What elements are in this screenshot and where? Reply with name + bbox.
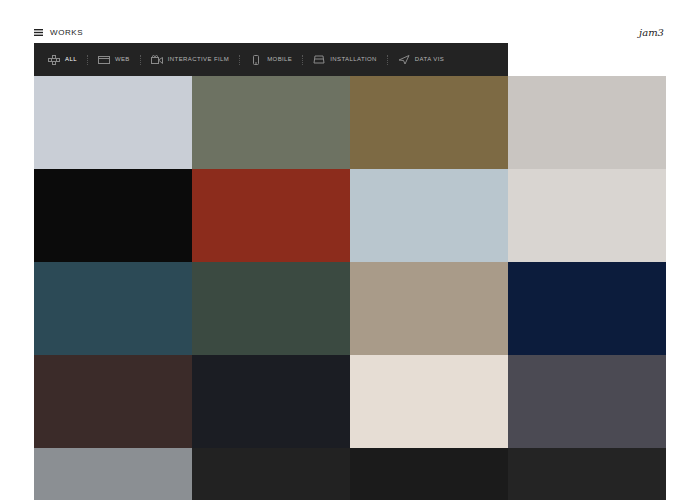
- work-tile[interactable]: [350, 262, 508, 355]
- works-page: WORKS jam3 ALL WEB INTERACTIVE FILM MOBILE INS…: [34, 0, 666, 500]
- works-grid: [34, 76, 666, 500]
- work-tile[interactable]: [34, 448, 192, 500]
- work-tile[interactable]: [34, 355, 192, 448]
- work-tile[interactable]: [192, 262, 350, 355]
- filter-item[interactable]: INTERACTIVE FILM: [140, 55, 239, 65]
- work-tile[interactable]: [192, 76, 350, 169]
- menu-label: WORKS: [50, 28, 83, 38]
- work-tile[interactable]: [350, 169, 508, 262]
- filter-item[interactable]: INSTALLATION: [302, 55, 387, 65]
- filter-label: MOBILE: [267, 56, 292, 64]
- work-tile[interactable]: [34, 169, 192, 262]
- filter-label: ALL: [65, 56, 77, 64]
- work-tile[interactable]: [192, 448, 350, 500]
- logo[interactable]: jam3: [639, 27, 666, 39]
- work-tile[interactable]: [508, 169, 666, 262]
- all-icon: [48, 55, 60, 65]
- menu-button[interactable]: WORKS: [34, 28, 83, 38]
- filter-label: DATA VIS: [415, 56, 444, 64]
- hamburger-icon[interactable]: [34, 29, 43, 36]
- filter-label: INSTALLATION: [330, 56, 377, 64]
- filter-item[interactable]: ALL: [38, 55, 87, 65]
- work-tile[interactable]: [350, 355, 508, 448]
- work-tile[interactable]: [508, 262, 666, 355]
- data-vis-icon: [398, 55, 410, 65]
- work-tile[interactable]: [508, 448, 666, 500]
- filter-label: WEB: [115, 56, 130, 64]
- work-tile[interactable]: [508, 355, 666, 448]
- work-tile[interactable]: [508, 76, 666, 169]
- filter-bar: ALL WEB INTERACTIVE FILM MOBILE INSTALLATION…: [34, 43, 508, 76]
- mobile-phone-icon: [250, 55, 262, 65]
- filter-item[interactable]: DATA VIS: [387, 55, 454, 65]
- work-tile[interactable]: [192, 169, 350, 262]
- work-tile[interactable]: [192, 355, 350, 448]
- filter-item[interactable]: WEB: [87, 55, 140, 65]
- filter-item[interactable]: MOBILE: [239, 55, 302, 65]
- top-bar: WORKS jam3: [34, 22, 666, 43]
- work-tile[interactable]: [350, 76, 508, 169]
- web-icon: [98, 55, 110, 65]
- film-camera-icon: [151, 55, 163, 65]
- filter-label: INTERACTIVE FILM: [168, 56, 229, 64]
- work-tile[interactable]: [34, 76, 192, 169]
- work-tile[interactable]: [34, 262, 192, 355]
- work-tile[interactable]: [350, 448, 508, 500]
- installation-icon: [313, 55, 325, 65]
